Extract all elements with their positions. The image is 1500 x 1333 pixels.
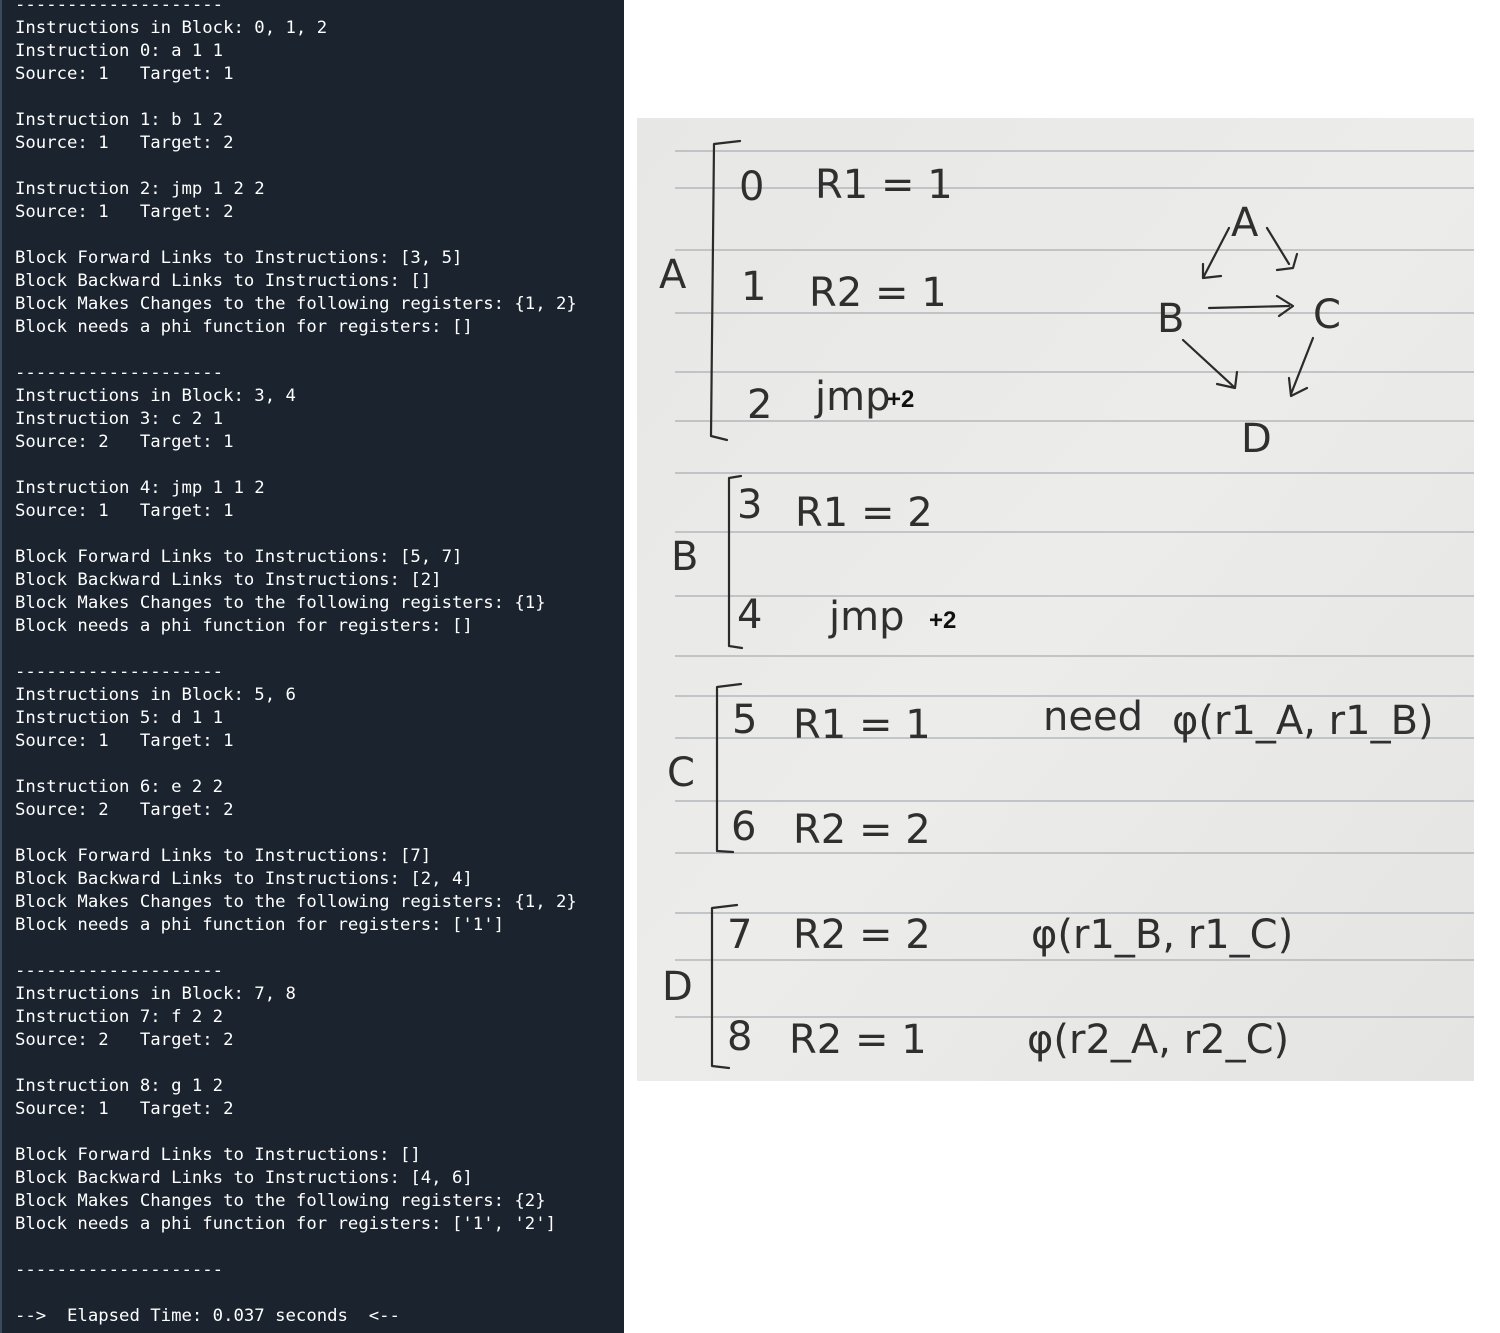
row-number: 1	[741, 264, 766, 310]
row-code: R2 = 1	[809, 270, 947, 316]
row-number: 3	[737, 482, 762, 528]
block-d-label: D	[662, 964, 693, 1010]
block-d-phi-note-2: φ(r2_A, r2_C)	[1027, 1017, 1289, 1063]
graph-node-b: B	[1157, 296, 1184, 342]
row-number: 4	[737, 592, 762, 638]
row-number: 6	[731, 804, 756, 850]
row-jump-offset: +2	[929, 607, 956, 634]
block-c-label: C	[667, 750, 695, 796]
block-b-label: B	[671, 534, 698, 580]
terminal-window[interactable]: -------------------- Instructions in Blo…	[0, 0, 624, 1333]
row-number: 7	[727, 912, 752, 958]
row-code: R2 = 1	[789, 1017, 927, 1063]
block-c-need-note: need	[1043, 694, 1143, 740]
handwritten-notes-photo: A B C D 0 R1 = 1 1 R2 = 1 2 jmp +2 3 R1 …	[637, 118, 1474, 1081]
graph-node-a: A	[1231, 200, 1259, 246]
row-code: R2 = 2	[793, 912, 931, 958]
row-number: 2	[747, 382, 772, 428]
row-code: jmp	[814, 374, 890, 420]
block-d-phi-note-1: φ(r1_B, r1_C)	[1031, 912, 1293, 958]
graph-node-d: D	[1241, 416, 1272, 462]
row-2: 2 jmp +2	[747, 374, 914, 428]
terminal-output: -------------------- Instructions in Blo…	[15, 0, 577, 1326]
row-code: R2 = 2	[793, 807, 931, 853]
row-number: 5	[732, 697, 757, 743]
row-code: jmp	[828, 594, 904, 640]
graph-node-c: C	[1313, 292, 1341, 338]
block-a-label: A	[659, 252, 687, 298]
row-jump-offset: +2	[887, 386, 914, 413]
row-number: 8	[727, 1014, 752, 1060]
row-code: R1 = 1	[793, 702, 931, 748]
row-code: R1 = 1	[815, 162, 953, 208]
row-code: R1 = 2	[795, 490, 933, 536]
row-number: 0	[739, 164, 764, 210]
block-c-phi-note: φ(r1_A, r1_B)	[1172, 698, 1434, 744]
